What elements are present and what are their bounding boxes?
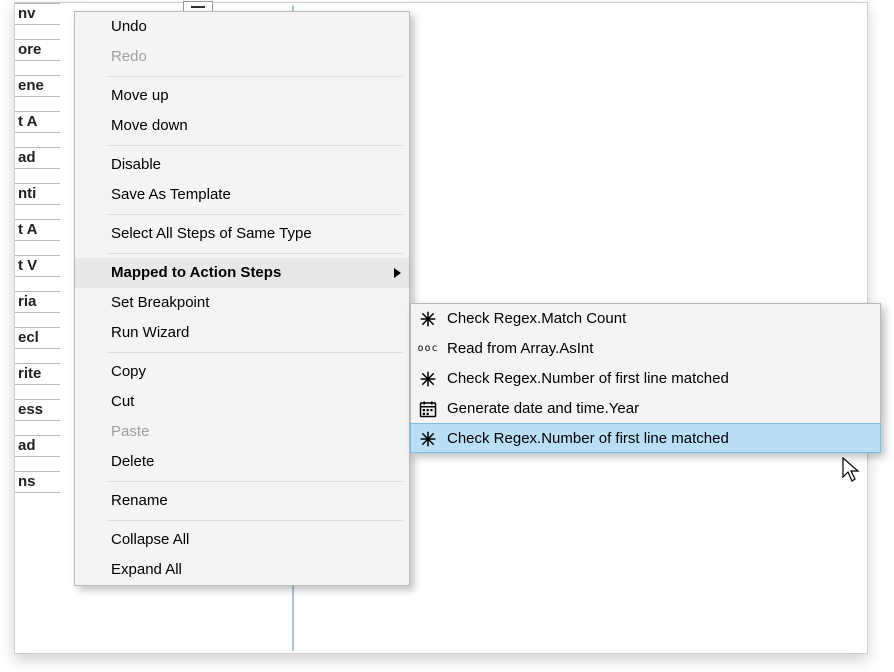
menu-separator: [107, 520, 403, 521]
submenu-item-label: Generate date and time.Year: [447, 400, 639, 417]
menu-item-undo[interactable]: Undo: [75, 12, 409, 42]
menu-item-run-wizard[interactable]: Run Wizard: [75, 318, 409, 348]
step-row[interactable]: t V: [15, 255, 60, 277]
submenu-mapped-to-action-steps: Check Regex.Match Count ooc Read from Arra…: [410, 303, 881, 453]
menu-separator: [107, 76, 403, 77]
menu-item-paste[interactable]: Paste: [75, 417, 409, 447]
submenu-item[interactable]: Generate date and time.Year: [411, 394, 880, 424]
step-row[interactable]: ad: [15, 435, 60, 457]
submenu-item-label: Check Regex.Number of first line matched: [447, 430, 729, 447]
menu-separator: [107, 145, 403, 146]
menu-item-redo[interactable]: Redo: [75, 42, 409, 72]
step-row[interactable]: t A: [15, 111, 60, 133]
menu-item-collapse-all[interactable]: Collapse All: [75, 525, 409, 555]
step-row[interactable]: nti: [15, 183, 60, 205]
mouse-cursor: [842, 457, 860, 483]
context-menu: Undo Redo Move up Move down Disable Save…: [74, 11, 410, 586]
submenu-item[interactable]: Check Regex.Number of first line matched: [411, 364, 880, 394]
submenu-item-label: Check Regex.Match Count: [447, 310, 626, 327]
background-step-rows: nv ore ene t A ad nti t A t V ria ecl ri…: [15, 3, 60, 653]
menu-item-copy[interactable]: Copy: [75, 357, 409, 387]
step-row[interactable]: ad: [15, 147, 60, 169]
menu-item-set-breakpoint[interactable]: Set Breakpoint: [75, 288, 409, 318]
menu-item-delete[interactable]: Delete: [75, 447, 409, 477]
step-row[interactable]: ene: [15, 75, 60, 97]
step-row[interactable]: ore: [15, 39, 60, 61]
calendar-icon: [417, 398, 439, 420]
submenu-item[interactable]: Check Regex.Match Count: [411, 304, 880, 334]
menu-separator: [107, 352, 403, 353]
menu-item-select-all-steps[interactable]: Select All Steps of Same Type: [75, 219, 409, 249]
step-row[interactable]: t A: [15, 219, 60, 241]
submenu-item-label: Read from Array.AsInt: [447, 340, 593, 357]
menu-item-disable[interactable]: Disable: [75, 150, 409, 180]
step-row[interactable]: ecl: [15, 327, 60, 349]
step-row[interactable]: rite: [15, 363, 60, 385]
app-frame: nv ore ene t A ad nti t A t V ria ecl ri…: [14, 2, 868, 654]
submenu-arrow-icon: [394, 268, 401, 278]
step-row[interactable]: ess: [15, 399, 60, 421]
menu-separator: [107, 481, 403, 482]
menu-item-rename[interactable]: Rename: [75, 486, 409, 516]
menu-item-save-as-template[interactable]: Save As Template: [75, 180, 409, 210]
asterisk-icon: [417, 308, 439, 330]
menu-separator: [107, 214, 403, 215]
step-row[interactable]: nv: [15, 3, 60, 25]
asterisk-icon: [417, 428, 439, 450]
array-index-icon: ooc: [417, 338, 439, 360]
menu-item-expand-all[interactable]: Expand All: [75, 555, 409, 585]
menu-item-cut[interactable]: Cut: [75, 387, 409, 417]
submenu-item[interactable]: Check Regex.Number of first line matched: [410, 423, 881, 453]
menu-item-mapped-to-action-steps[interactable]: Mapped to Action Steps: [75, 258, 409, 288]
asterisk-icon: [417, 368, 439, 390]
menu-item-move-down[interactable]: Move down: [75, 111, 409, 141]
step-row[interactable]: ria: [15, 291, 60, 313]
menu-item-move-up[interactable]: Move up: [75, 81, 409, 111]
menu-separator: [107, 253, 403, 254]
submenu-item-label: Check Regex.Number of first line matched: [447, 370, 729, 387]
menu-item-label: Mapped to Action Steps: [111, 264, 281, 281]
step-row[interactable]: ns: [15, 471, 60, 493]
submenu-item[interactable]: ooc Read from Array.AsInt: [411, 334, 880, 364]
